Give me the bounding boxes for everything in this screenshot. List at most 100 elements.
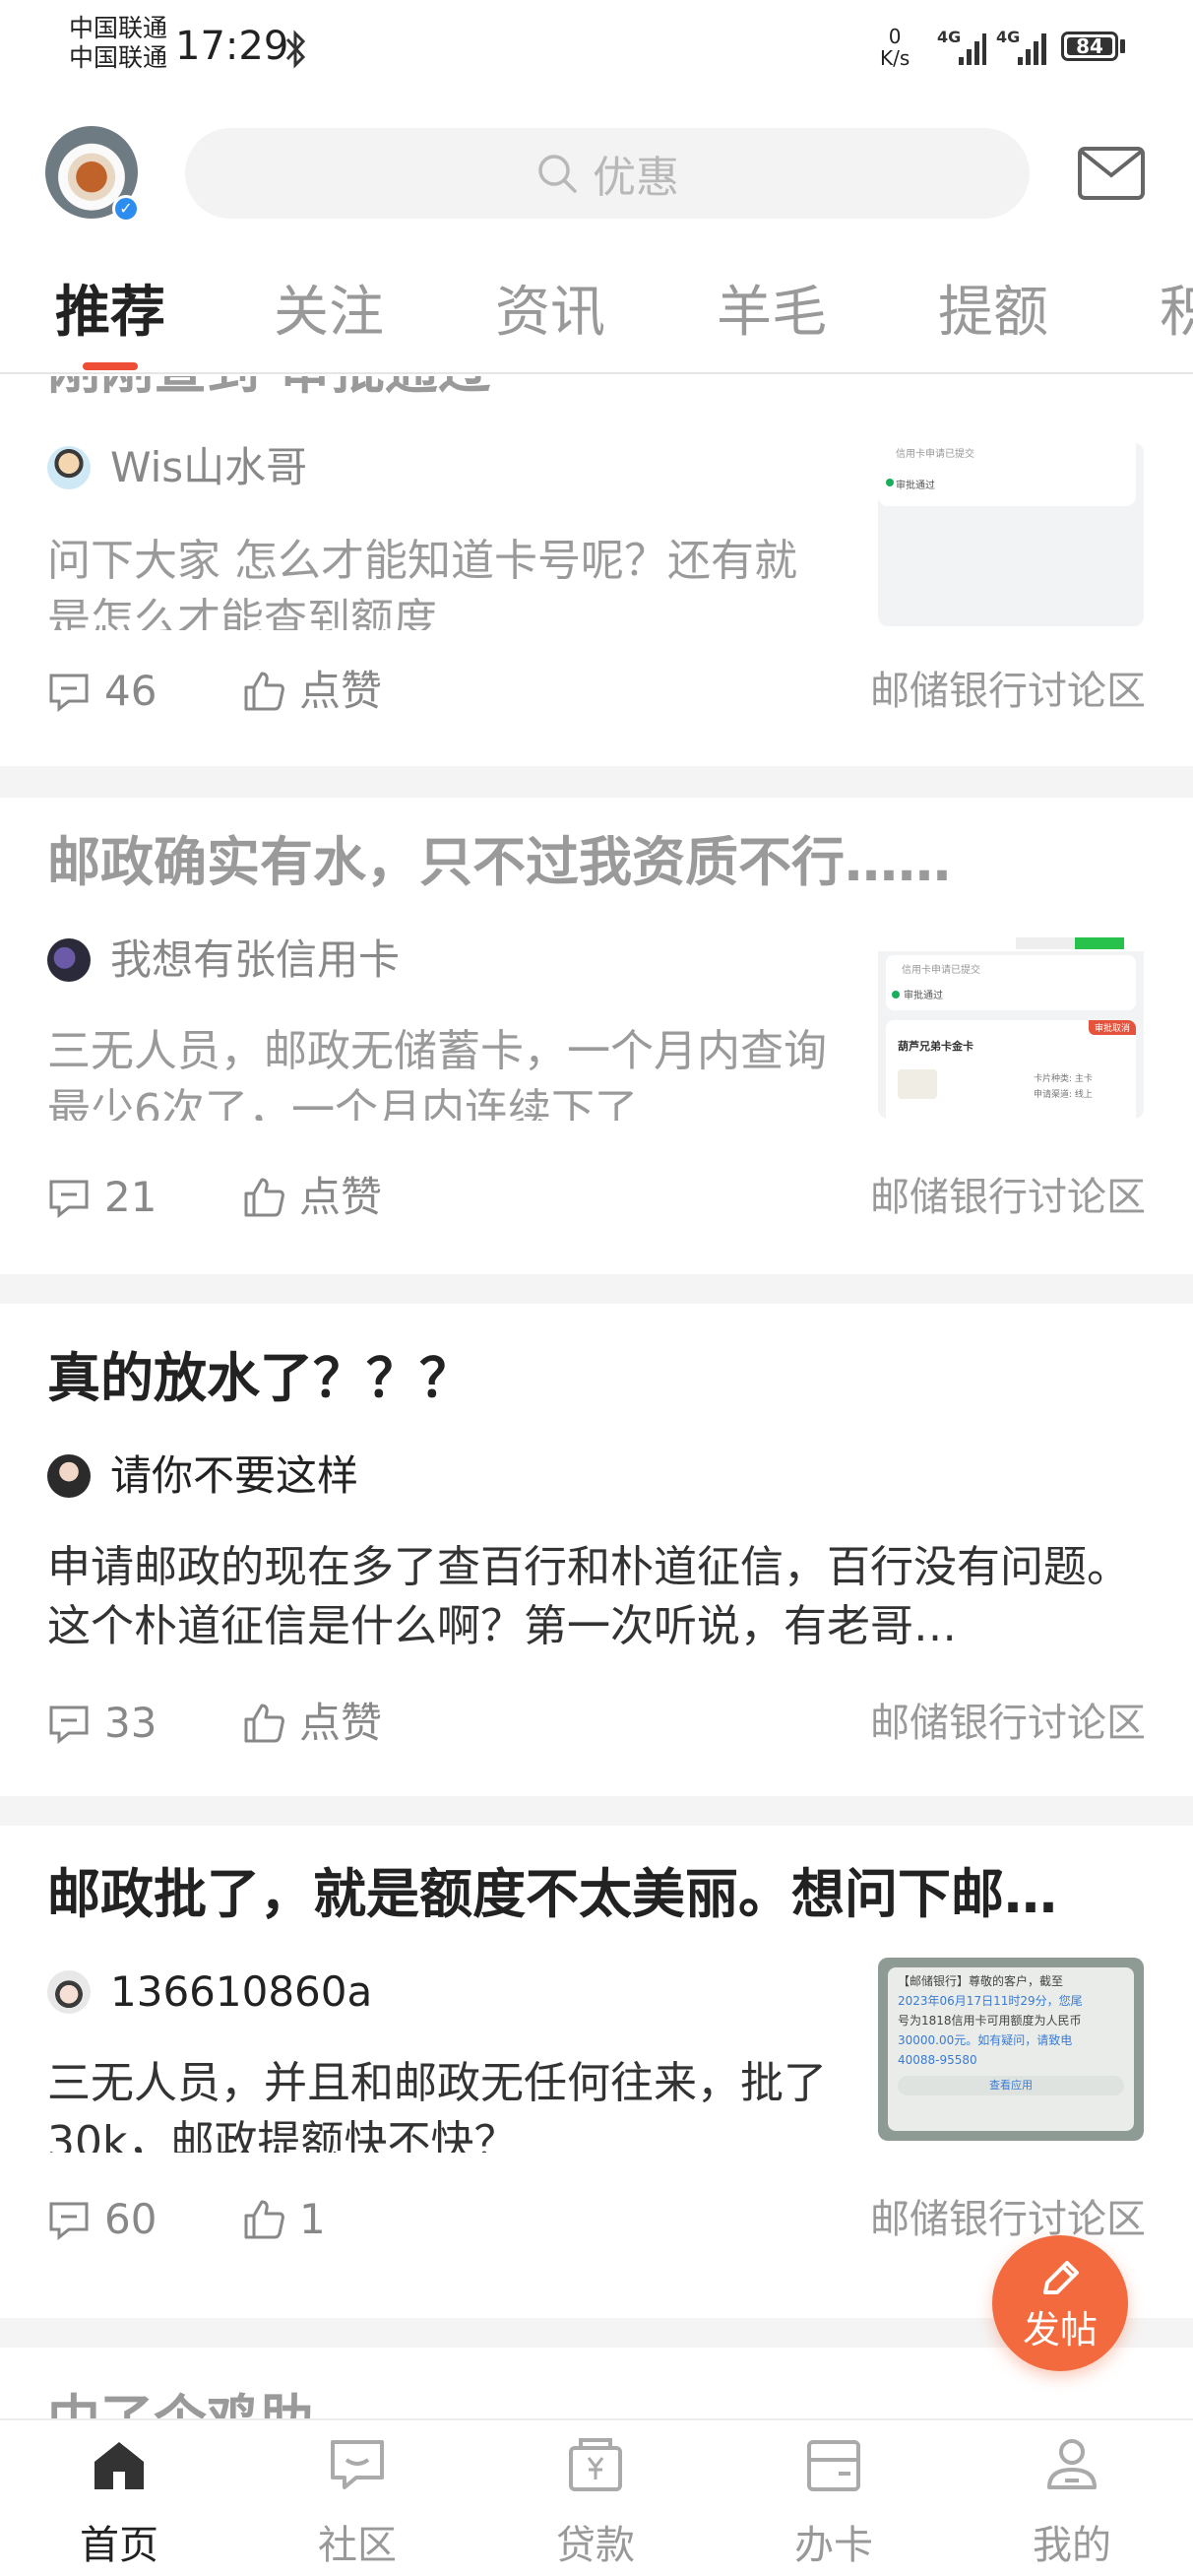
comment-icon bbox=[49, 1706, 89, 1745]
post-title[interactable]: 邮政确实有水，只不过我资质不行…… bbox=[47, 825, 1146, 900]
forum-label[interactable]: 邮储银行讨论区 bbox=[870, 1168, 1146, 1227]
comment-icon bbox=[49, 674, 89, 713]
post-meta: 21 点赞 邮储银行讨论区 bbox=[47, 1168, 1146, 1227]
credit-card-icon bbox=[807, 2440, 860, 2491]
author-avatar[interactable] bbox=[47, 446, 91, 489]
network-speed-value: 0 bbox=[888, 25, 902, 48]
thumbnail-text: 号为1818信用卡可用额度为人民币 bbox=[898, 2014, 1082, 2028]
nav-loans[interactable]: 贷款 bbox=[476, 2420, 715, 2576]
post-excerpt[interactable]: 申请邮政的现在多了查百行和朴道征信，百行没有问题。这个朴道征信是什么啊？第一次听… bbox=[47, 1538, 1146, 1656]
create-post-label: 发帖 bbox=[1022, 2308, 1098, 2351]
comment-count[interactable]: 21 bbox=[47, 1168, 157, 1227]
author-avatar[interactable] bbox=[47, 1454, 91, 1498]
check-icon bbox=[892, 991, 900, 998]
loan-icon bbox=[569, 2438, 622, 2491]
post-meta: 33 点赞 邮储银行讨论区 bbox=[47, 1694, 1146, 1753]
tab-recommend[interactable]: 推荐 bbox=[55, 274, 165, 353]
post-title[interactable]: 刚刚查到 审批通过 bbox=[47, 376, 854, 408]
tab-points[interactable]: 积 bbox=[1160, 274, 1193, 353]
bluetooth-icon bbox=[285, 30, 306, 69]
post-excerpt[interactable]: 三无人员，并且和邮政无任何往来，批了30k，邮政提额快不快？ bbox=[47, 2054, 854, 2153]
nav-profile[interactable]: 我的 bbox=[953, 2420, 1191, 2576]
thumbnail-tag: 审批取消 bbox=[1088, 1020, 1136, 1035]
thumbnail-card: 审批取消 葫芦兄弟卡金卡 卡片种类: 主卡 申请渠道: 线上 bbox=[886, 1020, 1136, 1119]
forum-label[interactable]: 邮储银行讨论区 bbox=[870, 2190, 1146, 2249]
thumbnail-text: 查看应用 bbox=[898, 2076, 1124, 2095]
post-author[interactable]: Wis山水哥 bbox=[47, 443, 307, 492]
comment-count[interactable]: 46 bbox=[47, 662, 157, 721]
search-bar[interactable]: 优惠 bbox=[185, 128, 1030, 219]
thumbs-up-icon bbox=[244, 1704, 284, 1743]
mail-icon[interactable] bbox=[1077, 146, 1146, 201]
like-label: 点赞 bbox=[299, 1173, 383, 1221]
post-card[interactable]: 真的放水了？？？ 请你不要这样 申请邮政的现在多了查百行和朴道征信，百行没有问题… bbox=[0, 1304, 1193, 1796]
comment-count-value: 33 bbox=[104, 1699, 157, 1747]
search-icon bbox=[538, 155, 577, 193]
post-thumbnail[interactable]: 信用卡申请已提交 审批通过 审批取消 葫芦兄弟卡金卡 卡片种类: 主卡 申请渠道… bbox=[878, 935, 1144, 1119]
nav-community[interactable]: 社区 bbox=[238, 2420, 476, 2576]
like-button[interactable]: 点赞 bbox=[242, 1694, 382, 1753]
battery-tip bbox=[1120, 39, 1125, 53]
post-excerpt[interactable]: 问下大家 怎么才能知道卡号呢？还有就是怎么才能查到额度 bbox=[47, 532, 835, 630]
nav-cards-label: 办卡 bbox=[794, 2523, 873, 2568]
thumbnail-text: 2023年06月17日11时29分，您尾 bbox=[898, 1994, 1083, 2008]
thumbnail-progress bbox=[1075, 937, 1124, 949]
post-author[interactable]: 请你不要这样 bbox=[47, 1451, 358, 1501]
forum-label[interactable]: 邮储银行讨论区 bbox=[870, 662, 1146, 721]
forum-label[interactable]: 邮储银行讨论区 bbox=[870, 1694, 1146, 1753]
post-author[interactable]: 136610860a bbox=[47, 1967, 372, 2017]
post-card[interactable]: 中了个鸡肋 bbox=[0, 2348, 1193, 2418]
pencil-icon bbox=[1043, 2261, 1079, 2294]
thumbnail-bar bbox=[1016, 937, 1075, 949]
post-thumbnail[interactable]: 【邮储银行】尊敬的客户，截至 2023年06月17日11时29分，您尾 号为18… bbox=[878, 1958, 1144, 2141]
tab-deals[interactable]: 羊毛 bbox=[717, 274, 827, 353]
thumbnail-panel: 信用卡申请已提交 审批通过 bbox=[878, 443, 1136, 506]
nav-cards[interactable]: 办卡 bbox=[715, 2420, 953, 2576]
comment-icon bbox=[49, 1180, 89, 1219]
author-avatar[interactable] bbox=[47, 938, 91, 982]
author-name[interactable]: 136610860a bbox=[110, 1967, 372, 2017]
bottom-navigation: 首页 社区 贷款 办卡 我的 bbox=[0, 2418, 1193, 2576]
comment-icon bbox=[49, 2202, 89, 2241]
thumbnail-sms: 【邮储银行】尊敬的客户，截至 2023年06月17日11时29分，您尾 号为18… bbox=[888, 1967, 1134, 2131]
create-post-button[interactable]: 发帖 bbox=[992, 2235, 1128, 2371]
like-label: 点赞 bbox=[299, 1699, 383, 1747]
nav-home[interactable]: 首页 bbox=[0, 2420, 238, 2576]
status-bar: 中国联通 中国联通 17:29 0 K/s 4G 4G 84 bbox=[0, 0, 1193, 89]
post-card[interactable]: 邮政确实有水，只不过我资质不行…… 我想有张信用卡 三无人员，邮政无储蓄卡，一个… bbox=[0, 798, 1193, 1274]
like-button[interactable]: 1 bbox=[242, 2190, 326, 2249]
post-meta: 60 1 邮储银行讨论区 bbox=[47, 2190, 1146, 2249]
author-name[interactable]: 请你不要这样 bbox=[110, 1451, 358, 1501]
tab-limit-increase[interactable]: 提额 bbox=[938, 274, 1048, 353]
comment-count-value: 46 bbox=[104, 667, 157, 715]
comment-count[interactable]: 60 bbox=[47, 2190, 157, 2249]
thumbs-up-icon bbox=[244, 672, 284, 711]
author-name[interactable]: Wis山水哥 bbox=[110, 443, 307, 492]
post-author[interactable]: 我想有张信用卡 bbox=[47, 935, 400, 985]
post-title[interactable]: 邮政批了，就是额度不太美丽。想问下邮… bbox=[47, 1857, 1146, 1932]
signal-bars-2-icon bbox=[1018, 33, 1046, 65]
thumbnail-text: 审批通过 bbox=[904, 991, 943, 1001]
thumbnail-text: 信用卡申请已提交 bbox=[896, 449, 974, 460]
author-name[interactable]: 我想有张信用卡 bbox=[110, 935, 400, 985]
nav-home-label: 首页 bbox=[80, 2523, 158, 2568]
post-card[interactable]: 邮政批了，就是额度不太美丽。想问下邮… 136610860a 三无人员，并且和邮… bbox=[0, 1826, 1193, 2318]
like-button[interactable]: 点赞 bbox=[242, 1168, 382, 1227]
post-title[interactable]: 真的放水了？？？ bbox=[47, 1341, 1146, 1416]
battery-level: 84 bbox=[1067, 36, 1112, 56]
verified-badge-icon: ✓ bbox=[112, 195, 140, 223]
author-avatar[interactable] bbox=[47, 1970, 91, 2014]
tab-follow[interactable]: 关注 bbox=[274, 274, 384, 353]
active-tab-indicator bbox=[83, 362, 138, 370]
post-card[interactable]: 刚刚查到 审批通过 Wis山水哥 问下大家 怎么才能知道卡号呢？还有就是怎么才能… bbox=[0, 376, 1193, 766]
tab-news[interactable]: 资讯 bbox=[495, 274, 605, 353]
post-title[interactable]: 中了个鸡肋 bbox=[47, 2383, 1146, 2418]
post-thumbnail[interactable]: 信用卡申请已提交 审批通过 bbox=[878, 443, 1144, 626]
nav-profile-label: 我的 bbox=[1033, 2523, 1111, 2568]
carrier-1: 中国联通 bbox=[69, 14, 168, 42]
like-button[interactable]: 点赞 bbox=[242, 662, 382, 721]
post-excerpt[interactable]: 三无人员，邮政无储蓄卡，一个月内查询最少6次了，一个月内连续下了 bbox=[47, 1022, 835, 1121]
comment-count[interactable]: 33 bbox=[47, 1694, 157, 1753]
post-feed: 刚刚查到 审批通过 Wis山水哥 问下大家 怎么才能知道卡号呢？还有就是怎么才能… bbox=[0, 376, 1193, 2418]
thumbs-up-icon bbox=[244, 1178, 284, 1217]
